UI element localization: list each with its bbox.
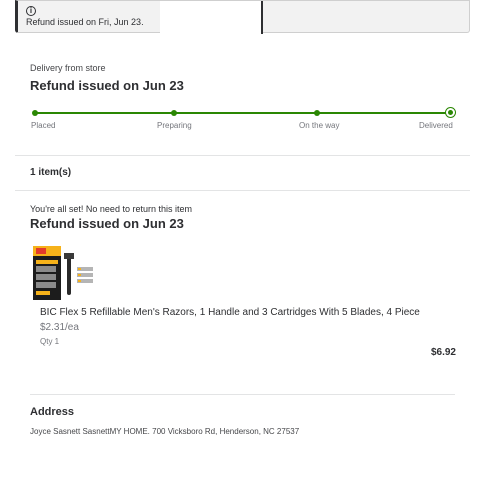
unit-price: $2.31/ea	[40, 322, 79, 333]
step-dot-placed	[32, 110, 38, 116]
status-banner: i Refund issued on Fri, Jun 23.	[15, 0, 470, 34]
address-line: Joyce Sasnett SasnettMY HOME. 700 Vicksb…	[30, 427, 300, 436]
step-label-preparing: Preparing	[157, 121, 192, 130]
banner-message: Refund issued on Fri, Jun 23.	[26, 17, 144, 27]
progress-track	[35, 112, 450, 114]
divider	[30, 394, 455, 395]
address-heading: Address	[30, 406, 75, 418]
item-count: 1 item(s)	[30, 167, 72, 178]
return-note: You're all set! No need to return this i…	[30, 204, 192, 214]
divider	[15, 190, 470, 191]
step-dot-on-the-way	[314, 110, 320, 116]
step-label-delivered: Delivered	[419, 121, 453, 130]
quantity: Qty 1	[40, 337, 60, 346]
info-icon: i	[26, 6, 36, 16]
refund-status-title: Refund issued on Jun 23	[30, 78, 184, 93]
product-image[interactable]	[31, 243, 95, 303]
item-refund-title: Refund issued on Jun 23	[30, 216, 184, 231]
step-dot-delivered	[445, 107, 456, 118]
step-label-placed: Placed	[31, 121, 56, 130]
step-dot-preparing	[171, 110, 177, 116]
delivery-type-label: Delivery from store	[30, 63, 106, 73]
redacted-area	[160, 1, 262, 33]
step-label-on-the-way: On the way	[299, 121, 340, 130]
item-total-price: $6.92	[430, 347, 456, 358]
banner-divider	[261, 1, 263, 34]
product-name-link[interactable]: BIC Flex 5 Refillable Men's Razors, 1 Ha…	[40, 307, 420, 318]
divider	[15, 155, 470, 156]
